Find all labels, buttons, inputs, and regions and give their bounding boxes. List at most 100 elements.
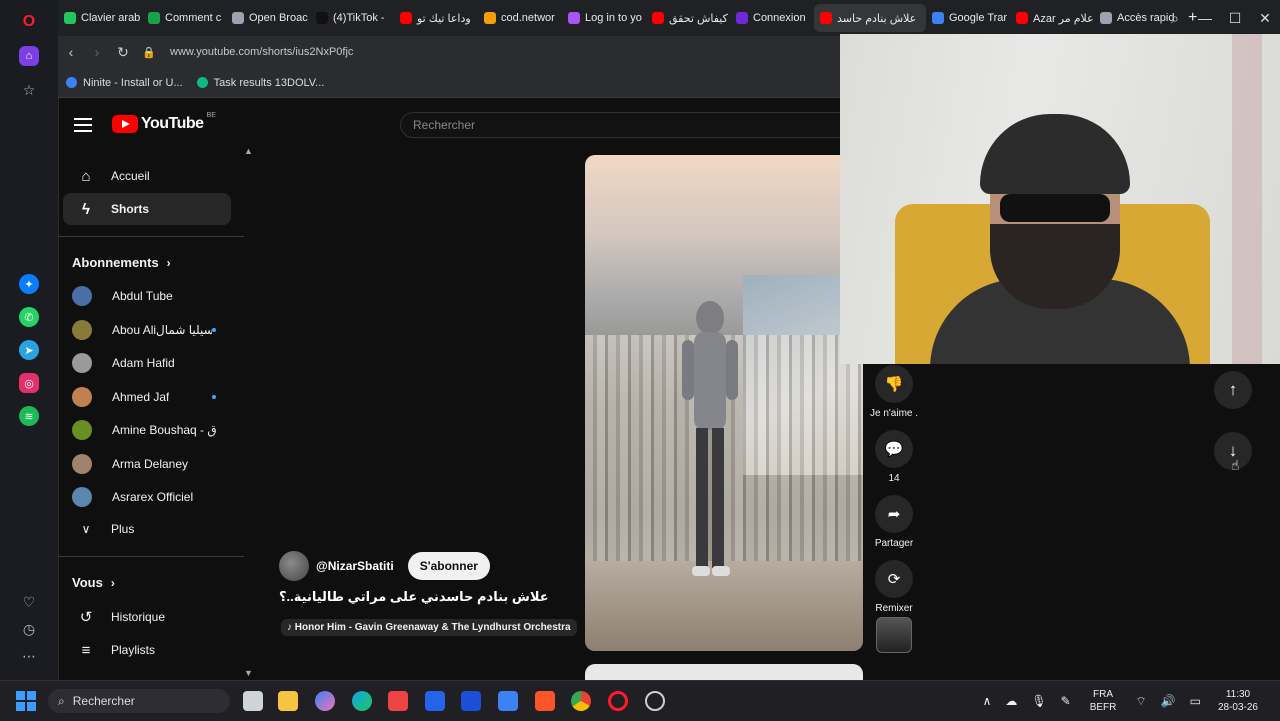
tab-strip: Clavier arab Comment c Open Broac (4)TikTok… [58,0,1280,36]
edge-icon[interactable] [352,691,372,711]
more-dots-icon[interactable]: ⋯ [19,646,39,666]
search-input[interactable]: Rechercher [400,112,840,138]
subscription-item[interactable]: Arma Delaney [72,451,242,477]
you-header[interactable]: Vous › [72,575,115,590]
maximize-button[interactable]: ☐ [1220,0,1250,36]
close-button[interactable]: ✕ [1250,0,1280,36]
browser-tab[interactable]: (4)TikTok - [310,4,394,32]
subscription-item[interactable]: Amine Boushaq - ق [72,417,242,443]
pen-icon[interactable]: ✎ [1061,694,1071,708]
heart-icon[interactable]: ♡ [19,592,39,612]
taskbar-search[interactable]: ⌕ Rechercher [48,689,230,713]
browser-tab[interactable]: Clavier arab [58,4,142,32]
app-icon-blue[interactable] [425,691,445,711]
browser-tab[interactable]: Open Broac [226,4,310,32]
youtube-play-icon [112,115,138,133]
star-icon[interactable]: ☆ [19,80,39,100]
wifi-icon[interactable]: ⌔ [1135,694,1146,709]
tab-favicon [148,12,160,24]
youtube-logo[interactable]: YouTube BE [112,112,216,133]
tab-label: Comment c [165,12,222,24]
microphone-icon[interactable]: 🎙 [1031,694,1046,708]
channel-avatar[interactable] [279,551,309,581]
browser-tab[interactable]: Connexion [730,4,814,32]
sidebar-item-playlists[interactable]: ≡ Playlists [63,634,231,666]
subscribe-button[interactable]: S'abonner [407,552,490,580]
browser-tab[interactable]: Azar علام مر [1010,4,1094,32]
copilot-icon[interactable] [315,691,335,711]
next-short-preview[interactable] [585,664,863,680]
bookmark-task-results[interactable]: Task results 13DOLV... [196,77,324,89]
instagram-icon[interactable]: ◎ [19,373,39,393]
share-action[interactable]: ➦ Partager [873,495,915,549]
dislike-action[interactable]: 👎 Je n'aime . [870,365,918,419]
browser-tab[interactable]: cod.networ [478,4,562,32]
previous-short-button[interactable]: ↑ [1214,371,1252,409]
sidebar-item-plus[interactable]: ∨ Plus [63,513,231,545]
minimize-button[interactable]: — [1190,0,1220,36]
comment-action[interactable]: 💬 14 [873,430,915,484]
subscription-item[interactable]: Abdul Tube [72,283,242,309]
brave-icon[interactable] [535,691,555,711]
sidebar-item-historique[interactable]: ↺ Historique [63,601,231,633]
tab-favicon [736,12,748,24]
todo-icon[interactable] [498,691,518,711]
sidebar-item-shorts[interactable]: ϟ Shorts [63,193,231,225]
keyboard-layout: BEFR [1089,702,1117,713]
tab-favicon [820,12,832,24]
subscription-item[interactable]: Abou Aliإسيليا شمال [72,317,242,343]
bookmark-ninite[interactable]: Ninite - Install or U... [66,77,183,89]
chevron-up-icon[interactable]: ∧ [983,694,992,708]
short-video-player[interactable] [585,155,863,651]
chrome-icon[interactable] [571,691,591,711]
spotify-icon[interactable]: ≋ [19,406,39,426]
home-icon[interactable]: ⌂ [19,46,39,66]
volume-icon[interactable]: 🔊 [1161,694,1176,708]
short-title[interactable]: علاش بنادم حاسدني على مراتي طاليانية..؟ [279,589,549,605]
messenger-icon[interactable]: ✦ [19,274,39,294]
remix-action[interactable]: ⟳ Remixer [873,560,915,614]
browser-tab[interactable]: Google Trar [926,4,1010,32]
browser-tab[interactable]: وداعا تيك تو [394,4,478,32]
browser-tab[interactable]: Log in to yo [562,4,646,32]
back-button[interactable]: ‹ [58,39,84,65]
whatsapp-icon[interactable]: ✆ [19,307,39,327]
forward-button[interactable]: › [84,39,110,65]
url-field[interactable]: www.youtube.com/shorts/ius2NxP0fjc [170,46,353,58]
settings-gear-icon[interactable] [645,691,665,711]
language-indicator[interactable]: FRA BEFR [1090,688,1117,714]
music-chip[interactable]: ♪ Honor Him - Gavin Greenaway & The Lynd… [281,619,577,636]
opera-icon[interactable] [608,691,628,711]
scroll-up-icon[interactable]: ▲ [244,146,253,156]
tab-favicon [64,12,76,24]
tab-search-icon[interactable]: ⌕ [1160,0,1190,36]
address-bar: ‹ › ↻ 🔒 www.youtube.com/shorts/ius2NxP0f… [58,36,840,68]
opera-logo-icon[interactable]: O [19,12,39,32]
browser-tab[interactable]: علاش بنادم حاسد [814,4,926,32]
reload-button[interactable]: ↻ [110,39,136,65]
live-indicator [212,327,216,332]
outlook-icon[interactable] [461,691,481,711]
cloud-icon[interactable]: ☁ [1005,694,1017,708]
scroll-down-icon[interactable]: ▼ [244,668,253,678]
action-label: Partager [874,538,914,549]
windows-start-icon[interactable] [16,691,36,711]
subscription-item[interactable]: Adam Hafid [72,350,242,376]
subscription-item[interactable]: Ahmed Jaf [72,384,242,410]
telegram-icon[interactable]: ➤ [19,340,39,360]
sound-thumbnail[interactable] [876,617,912,653]
clock[interactable]: 11:30 28-03-26 [1218,688,1258,714]
share-icon: ➦ [875,495,913,533]
task-view-icon[interactable] [243,691,263,711]
browser-tab[interactable]: Comment c [142,4,226,32]
browser-tab[interactable]: كيفاش تحقق [646,4,730,32]
file-explorer-icon[interactable] [278,691,298,711]
history-clock-icon[interactable]: ◷ [19,619,39,639]
subscription-item[interactable]: Asrarex Officiel [72,484,242,510]
subscriptions-header[interactable]: Abonnements › [72,255,171,270]
channel-handle[interactable]: @NizarSbatiti [316,559,394,573]
battery-icon[interactable]: ▭ [1190,694,1201,708]
menu-icon[interactable] [74,118,92,132]
store-icon[interactable] [388,691,408,711]
sidebar-item-accueil[interactable]: ⌂ Accueil [63,160,231,192]
